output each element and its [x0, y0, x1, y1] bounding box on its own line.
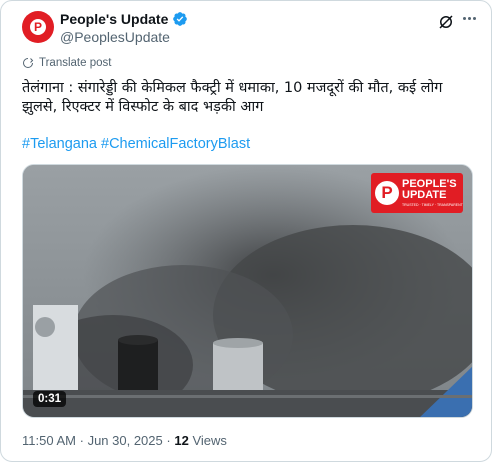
watermark-sub: TRUSTED · TIMELY · TRANSPARENT [402, 203, 463, 207]
tweet-text: तेलंगाना : संगारेड्डी की केमिकल फैक्ट्री… [22, 80, 443, 115]
watermark-logo: P PEOPLE'S UPDATE TRUSTED · TIMELY · TRA… [371, 173, 463, 213]
watermark-line2: UPDATE [402, 189, 447, 201]
hashtags[interactable]: #Telangana #ChemicalFactoryBlast [22, 136, 250, 152]
more-options-icon[interactable] [463, 17, 476, 20]
display-name[interactable]: People's Update [60, 11, 168, 27]
meta-separator-2: · [166, 433, 171, 448]
video-duration-badge: 0:31 [33, 391, 67, 407]
video-player[interactable]: P PEOPLE'S UPDATE TRUSTED · TIMELY · TRA… [22, 164, 473, 418]
avatar-logo-icon: P [30, 19, 46, 35]
meta-separator: · [79, 433, 84, 448]
tweet-meta: 11:50 AM · Jun 30, 2025 · 12 Views [22, 433, 227, 448]
tweet-card: P People's Update @PeoplesUpdate Transla… [0, 0, 492, 462]
grok-icon[interactable] [437, 13, 455, 31]
author-row: People's Update [60, 11, 188, 27]
translate-post-link[interactable]: Translate post [22, 57, 111, 69]
verified-badge-icon [173, 12, 188, 26]
tweet-time[interactable]: 11:50 AM [22, 433, 76, 448]
watermark-logo-icon: P [375, 181, 399, 205]
translate-label: Translate post [39, 57, 112, 69]
handle[interactable]: @PeoplesUpdate [60, 29, 170, 45]
views-label: Views [192, 433, 227, 448]
avatar[interactable]: P [22, 11, 54, 43]
views-count: 12 [174, 433, 189, 448]
tweet-date[interactable]: Jun 30, 2025 [88, 433, 163, 448]
translate-icon [23, 58, 34, 68]
